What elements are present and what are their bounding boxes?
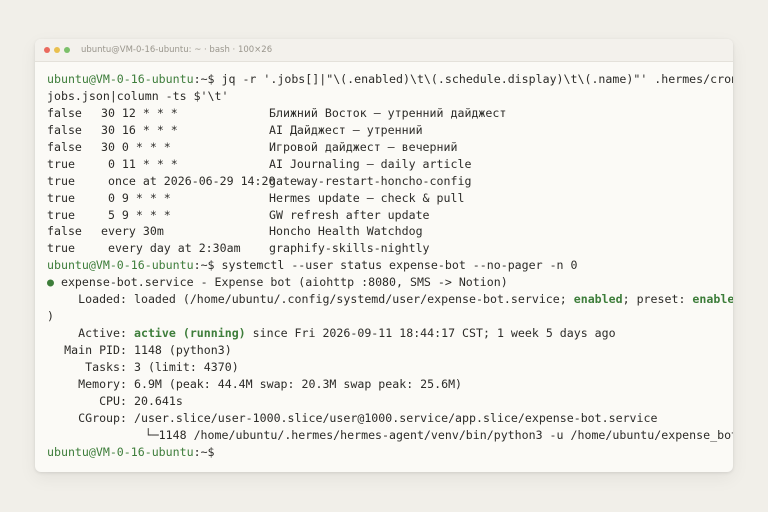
command-line-2: ubuntu@VM-0-16-ubuntu:~$ systemctl --use… [47, 257, 733, 274]
cgroup-label: CGroup: [78, 410, 127, 425]
cgroup-process-line: └─1148 /home/ubuntu/.hermes/hermes-agent… [47, 427, 733, 442]
job-enabled: false [47, 105, 82, 120]
service-header: ● expense-bot.service - Expense bot (aio… [47, 274, 733, 291]
command-line-1-wrap: jobs.json|column -ts $'\t' [47, 88, 229, 103]
prompt-host: ubuntu@VM-0-16-ubuntu [47, 444, 194, 459]
job-enabled: true [47, 241, 75, 256]
job-enabled: true [47, 173, 75, 188]
job-row: false 30 0 * * * Игровой дайджест — вечер… [47, 139, 733, 156]
prompt-host: ubuntu@VM-0-16-ubuntu [47, 72, 194, 86]
jobs-table: false 30 12 * * * Ближний Восток — утренн… [47, 105, 733, 257]
job-schedule: once at 2026-06-29 14:20 [94, 173, 276, 188]
job-schedule: 30 12 * * * [94, 105, 178, 120]
job-row: true once at 2026-06-29 14:20 gateway-res… [47, 173, 733, 190]
job-name: AI Journaling — daily article [269, 156, 472, 171]
loaded-path: loaded (/home/ubuntu/.config/systemd/use… [127, 292, 574, 307]
memory-line: Memory: 6.9M (peak: 44.4M swap: 20.3M sw… [47, 376, 733, 393]
minimize-window-button[interactable] [54, 47, 60, 53]
command-text: jq -r '.jobs[]|"\(.enabled)\t\(.schedule… [221, 72, 733, 86]
job-enabled: false [47, 122, 82, 137]
command-text: systemctl --user status expense-bot --no… [221, 258, 578, 273]
tasks-label: Tasks: [85, 359, 127, 374]
job-name: AI Дайджест — утренний [269, 122, 423, 137]
job-row: false 30 12 * * * Ближний Восток — утренн… [47, 105, 733, 122]
command-line-3[interactable]: ubuntu@VM-0-16-ubuntu:~$ [47, 444, 733, 461]
job-row: true every day at 2:30am graphify-skills-… [47, 240, 733, 257]
main-pid-label: Main PID: [64, 343, 127, 357]
memory-label: Memory: [78, 376, 127, 391]
job-schedule: 30 0 * * * [94, 139, 171, 154]
service-description: expense-bot.service - Expense bot (aioht… [53, 275, 508, 290]
command-line-1: ubuntu@VM-0-16-ubuntu:~$ jq -r '.jobs[]|… [47, 71, 733, 88]
job-name: graphify-skills-nightly [269, 241, 430, 256]
tasks-line: Tasks: 3 (limit: 4370) [47, 359, 733, 376]
job-name: Honcho Health Watchdog [269, 224, 423, 239]
preset-state: enabled [692, 292, 733, 307]
active-line: Active: active (running) since Fri 2026-… [47, 325, 733, 342]
job-schedule: 0 11 * * * [94, 156, 178, 171]
zoom-window-button[interactable] [64, 47, 70, 53]
tasks-value: 3 (limit: 4370) [127, 359, 239, 374]
window-title: ubuntu@VM-0-16-ubuntu: ~ · bash · 100×26 [81, 45, 273, 55]
job-row: false 30 16 * * * AI Дайджест — утренний [47, 122, 733, 139]
job-schedule: 0 9 * * * [94, 190, 171, 205]
terminal-output[interactable]: ubuntu@VM-0-16-ubuntu:~$ jq -r '.jobs[]|… [35, 62, 733, 461]
service-status-dot-icon: ● [47, 275, 54, 290]
cgroup-line: CGroup: /user.slice/user-1000.slice/user… [47, 410, 733, 427]
job-enabled: true [47, 156, 75, 171]
close-window-button[interactable] [44, 47, 50, 53]
memory-value: 6.9M (peak: 44.4M swap: 20.3M swap peak:… [127, 376, 463, 391]
cpu-value: 20.641s [127, 393, 183, 408]
job-row: true 0 11 * * * AI Journaling — daily art… [47, 156, 733, 173]
job-enabled: false [47, 224, 82, 239]
main-pid-value: 1148 (python3) [127, 343, 232, 357]
loaded-line-wrap: ) [47, 309, 54, 324]
job-schedule: 30 16 * * * [94, 122, 178, 137]
job-enabled: true [47, 190, 75, 205]
main-pid-line: Main PID: 1148 (python3) [47, 342, 733, 359]
cpu-label: CPU: [99, 393, 127, 408]
prompt-suffix: :~$ [193, 258, 222, 273]
active-since: since Fri 2026-09-11 18:44:17 CST; 1 wee… [245, 326, 616, 341]
prompt-suffix: :~$ [193, 72, 222, 86]
job-name: Hermes update — check & pull [269, 190, 465, 205]
job-schedule: every day at 2:30am [94, 241, 241, 256]
prompt-host: ubuntu@VM-0-16-ubuntu [47, 258, 194, 273]
job-name: gateway-restart-honcho-config [269, 173, 472, 188]
enabled-state: enabled [573, 292, 623, 307]
cgroup-value: /user.slice/user-1000.slice/user@1000.se… [127, 410, 658, 425]
title-bar: ubuntu@VM-0-16-ubuntu: ~ · bash · 100×26 [35, 39, 733, 62]
preset-label: ; preset: [622, 292, 693, 307]
loaded-label: Loaded: [78, 292, 127, 307]
job-row: false every 30m Honcho Health Watchdog [47, 223, 733, 240]
job-schedule: 5 9 * * * [94, 207, 171, 222]
terminal-window: ubuntu@VM-0-16-ubuntu: ~ · bash · 100×26… [35, 39, 733, 472]
job-name: GW refresh after update [269, 207, 430, 222]
job-enabled: false [47, 139, 82, 154]
job-row: true 5 9 * * * GW refresh after update [47, 207, 733, 224]
job-name: Ближний Восток — утренний дайджест [269, 105, 507, 120]
active-label: Active: [78, 326, 127, 341]
active-state: active (running) [133, 326, 246, 341]
job-enabled: true [47, 207, 75, 222]
prompt-suffix: :~$ [193, 444, 222, 459]
job-schedule: every 30m [94, 224, 164, 239]
loaded-line: Loaded: loaded (/home/ubuntu/.config/sys… [47, 291, 733, 308]
job-row: true 0 9 * * * Hermes update — check & pu… [47, 190, 733, 207]
cpu-line: CPU: 20.641s [47, 393, 733, 410]
job-name: Игровой дайджест — вечерний [269, 139, 458, 154]
